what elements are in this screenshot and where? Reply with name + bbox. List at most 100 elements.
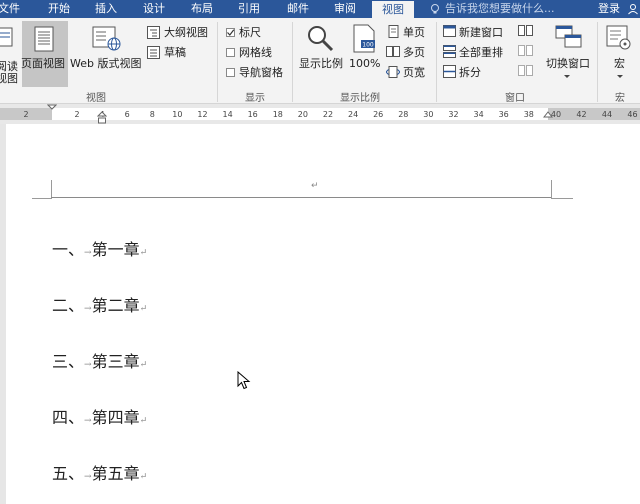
ruler-tick-label: 42 bbox=[576, 110, 587, 119]
tab-review[interactable]: 审阅 bbox=[334, 0, 356, 18]
one-page-icon bbox=[388, 25, 399, 38]
page-edge bbox=[0, 124, 6, 504]
switch-windows-button[interactable]: 切换窗口 bbox=[546, 57, 590, 70]
web-layout-button[interactable]: Web 版式视图 bbox=[70, 57, 141, 70]
zoom-group-label: 显示比例 bbox=[340, 93, 380, 104]
checkmark-icon bbox=[227, 29, 235, 36]
arrange-all-icon bbox=[443, 45, 456, 58]
ruler-label: 标尺 bbox=[239, 26, 261, 39]
print-layout-label: 页面视图 bbox=[21, 57, 65, 70]
tell-me-search[interactable]: 告诉我您想要做什么... bbox=[445, 0, 555, 18]
tab-mailings[interactable]: 邮件 bbox=[287, 0, 309, 18]
zoom-button[interactable]: 显示比例 bbox=[299, 57, 343, 70]
ruler-tick-label: 32 bbox=[448, 110, 459, 119]
split-icon bbox=[443, 65, 456, 78]
ruler-tick-label: 2 bbox=[23, 110, 29, 119]
one-page-button[interactable]: 单页 bbox=[403, 26, 425, 39]
ruler-tick-label: 12 bbox=[197, 110, 208, 119]
ruler-tick-label: 34 bbox=[473, 110, 484, 119]
page-width-button[interactable]: 页宽 bbox=[403, 66, 425, 79]
multiple-pages-icon bbox=[386, 46, 400, 57]
web-layout-icon bbox=[92, 26, 121, 51]
ruler-tick-label: 44 bbox=[601, 110, 613, 119]
ruler-tick-label: 10 bbox=[172, 110, 183, 119]
draft-button[interactable]: 草稿 bbox=[164, 46, 186, 59]
header-corner-mark bbox=[551, 180, 552, 199]
first-line-indent-marker[interactable] bbox=[47, 104, 57, 124]
show-group-label: 显示 bbox=[245, 93, 265, 104]
arrange-all-button[interactable]: 全部重排 bbox=[459, 46, 503, 59]
ruler-tick-label: 8 bbox=[149, 110, 155, 119]
right-indent-marker[interactable] bbox=[543, 111, 553, 121]
tab-layout[interactable]: 布局 bbox=[191, 0, 213, 18]
ruler-tick-label: 26 bbox=[373, 110, 384, 119]
synchronous-scrolling-icon[interactable] bbox=[518, 45, 533, 57]
view-side-by-side-icon[interactable] bbox=[518, 25, 533, 37]
ruler-tick-label: 6 bbox=[124, 110, 130, 119]
group-separator bbox=[597, 22, 598, 102]
print-layout-icon bbox=[34, 26, 54, 52]
switch-windows-icon bbox=[555, 25, 582, 48]
chapter-heading-2[interactable]: 二、→第二章↵ bbox=[52, 296, 147, 319]
zoom-100-badge: 100 bbox=[362, 42, 374, 49]
ruler-tick-label: 14 bbox=[222, 110, 233, 119]
ruler-tick-label: 46 bbox=[627, 110, 638, 119]
views-group-label: 视图 bbox=[86, 93, 106, 104]
split-button[interactable]: 拆分 bbox=[459, 66, 481, 79]
new-window-icon bbox=[443, 25, 456, 37]
macros-group-label: 宏 bbox=[615, 93, 625, 104]
group-separator bbox=[436, 22, 437, 102]
new-window-button[interactable]: 新建窗口 bbox=[459, 26, 503, 39]
share-person-icon[interactable] bbox=[627, 3, 639, 15]
navigation-pane-label: 导航窗格 bbox=[239, 66, 283, 79]
tab-file[interactable]: 文件 bbox=[0, 0, 20, 18]
ruler-tick-label: 22 bbox=[322, 110, 334, 119]
ruler-tick-label: 38 bbox=[523, 110, 534, 119]
group-separator bbox=[217, 22, 218, 102]
lightbulb-icon bbox=[431, 4, 439, 14]
ruler-checkbox[interactable] bbox=[226, 28, 235, 37]
read-mode-label-2: 视图 bbox=[0, 72, 18, 85]
header-border-line bbox=[51, 197, 552, 198]
ruler-tick-label: 2 bbox=[74, 110, 80, 119]
reset-window-position-icon[interactable] bbox=[518, 65, 533, 77]
macros-icon bbox=[606, 25, 631, 50]
zoom-100-button[interactable]: 100% bbox=[349, 57, 380, 70]
group-separator bbox=[292, 22, 293, 102]
macros-button[interactable]: 宏 bbox=[614, 57, 625, 70]
login-link[interactable]: 登录 bbox=[598, 0, 620, 18]
multiple-pages-button[interactable]: 多页 bbox=[403, 46, 425, 59]
ruler-tick-label: 36 bbox=[498, 110, 509, 119]
window-group-label: 窗口 bbox=[505, 93, 525, 104]
header-corner-mark bbox=[551, 198, 573, 199]
zoom-100-icon: 100 bbox=[353, 24, 375, 53]
ruler-tick-label: 28 bbox=[398, 110, 409, 119]
gridlines-label: 网格线 bbox=[239, 46, 272, 59]
ruler-tick-label: 20 bbox=[297, 110, 308, 119]
ruler-tick-label: 24 bbox=[348, 110, 359, 119]
hanging-indent-marker[interactable] bbox=[97, 111, 107, 125]
tab-view[interactable]: 视图 bbox=[372, 1, 414, 18]
gridlines-checkbox[interactable] bbox=[226, 48, 235, 57]
outline-view-button[interactable]: 大纲视图 bbox=[164, 26, 208, 39]
ruler-tick-label: 16 bbox=[247, 110, 258, 119]
tab-references[interactable]: 引用 bbox=[238, 0, 260, 18]
tab-home[interactable]: 开始 bbox=[48, 0, 70, 18]
chapter-heading-4[interactable]: 四、→第四章↵ bbox=[52, 408, 147, 431]
ruler-tick-label: 18 bbox=[272, 110, 283, 119]
header-corner-mark bbox=[32, 198, 52, 199]
header-paragraph-mark: ↵ bbox=[311, 181, 319, 191]
navigation-pane-checkbox[interactable] bbox=[226, 68, 235, 77]
tab-insert[interactable]: 插入 bbox=[95, 0, 117, 18]
chevron-down-icon bbox=[564, 75, 570, 78]
chapter-heading-3[interactable]: 三、→第三章↵ bbox=[52, 352, 147, 375]
page-width-icon bbox=[386, 66, 400, 78]
mouse-cursor-icon bbox=[237, 371, 251, 390]
chevron-down-icon bbox=[617, 75, 623, 78]
read-mode-icon bbox=[0, 27, 13, 47]
tab-design[interactable]: 设计 bbox=[143, 0, 165, 18]
ruler-right-margin bbox=[548, 108, 640, 120]
chapter-heading-5[interactable]: 五、→第五章↵ bbox=[52, 464, 147, 487]
ruler-tick-label: 30 bbox=[423, 110, 434, 119]
chapter-heading-1[interactable]: 一、→第一章↵ bbox=[52, 240, 147, 263]
